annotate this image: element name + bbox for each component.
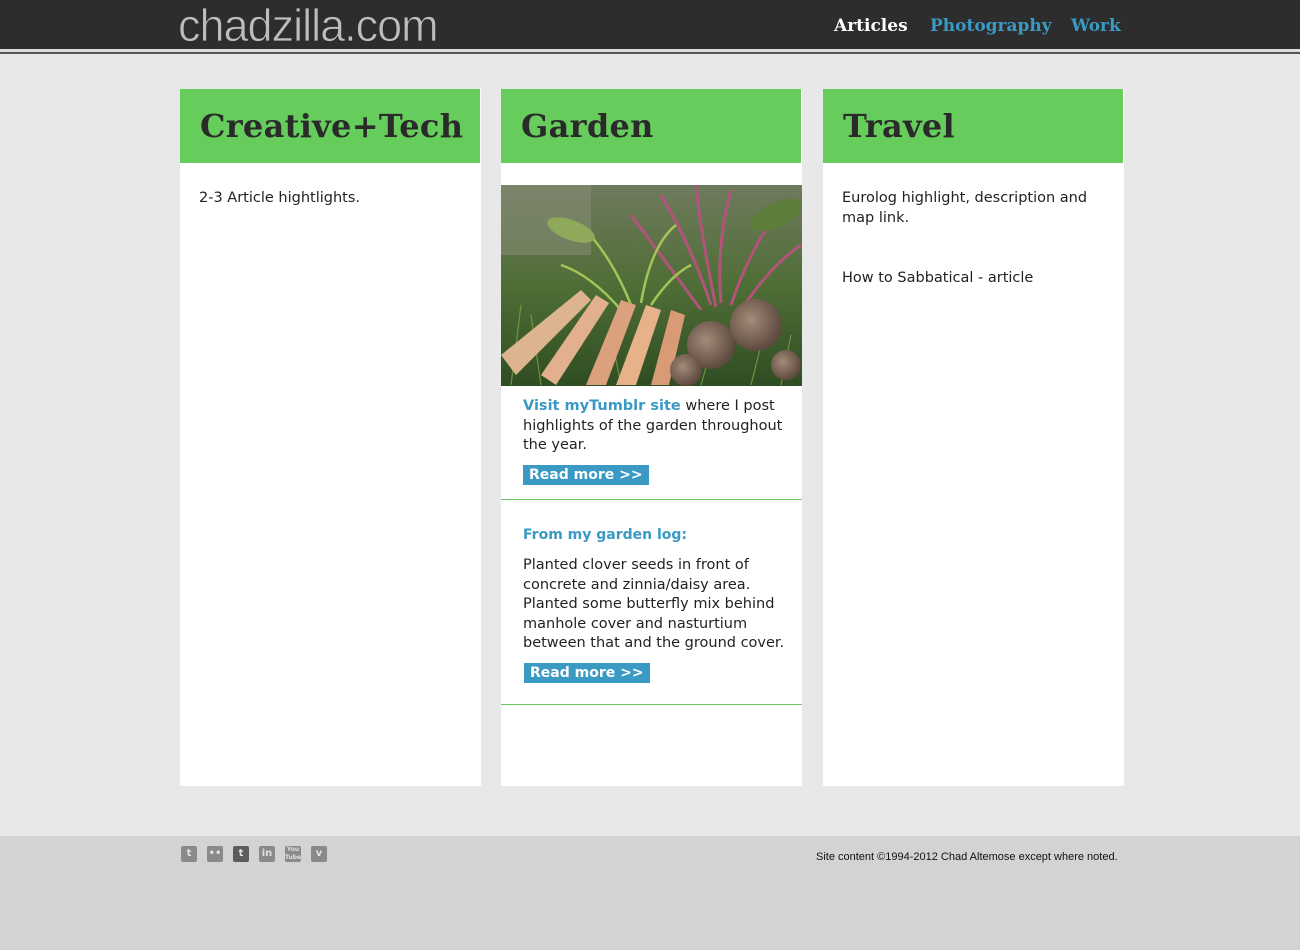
nav-work[interactable]: Work bbox=[1071, 14, 1121, 38]
column-header: Travel bbox=[823, 89, 1123, 163]
column-header: Creative+Tech bbox=[180, 89, 480, 163]
tumblr-description: Visit myTumblr site where I post highlig… bbox=[523, 397, 785, 456]
nav-articles[interactable]: Articles bbox=[834, 14, 908, 38]
column-header: Garden bbox=[501, 89, 801, 163]
vimeo-icon[interactable]: v bbox=[311, 846, 327, 862]
site-header: chadzilla.com Articles Photography Work bbox=[0, 0, 1300, 51]
column-title: Travel bbox=[843, 107, 955, 145]
section-divider bbox=[501, 704, 802, 705]
garden-vegetables-photo[interactable] bbox=[501, 185, 802, 386]
nav-photography[interactable]: Photography bbox=[930, 14, 1052, 38]
youtube-icon[interactable]: You Tube bbox=[285, 846, 301, 862]
garden-column: Garden Visit myTumblr site where I post … bbox=[501, 89, 802, 786]
column-title: Creative+Tech bbox=[200, 107, 464, 145]
section-divider bbox=[501, 499, 802, 500]
travel-column: Travel Eurolog highlight, description an… bbox=[823, 89, 1124, 786]
tumblr-link[interactable]: Visit myTumblr site bbox=[523, 398, 681, 414]
read-more-button[interactable]: Read more >> bbox=[523, 465, 649, 485]
header-divider-shadow bbox=[0, 52, 1300, 54]
linkedin-icon[interactable]: in bbox=[259, 846, 275, 862]
read-more-button[interactable]: Read more >> bbox=[524, 663, 650, 683]
sabbatical-text: How to Sabbatical - article bbox=[842, 270, 1034, 286]
garden-log-heading: From my garden log: bbox=[523, 527, 688, 543]
copyright-text: Site content ©1994-2012 Chad Altemose ex… bbox=[816, 851, 1118, 863]
vegetables-image bbox=[501, 185, 802, 386]
twitter-icon[interactable]: t bbox=[181, 846, 197, 862]
column-title: Garden bbox=[521, 107, 654, 145]
site-logo[interactable]: chadzilla.com bbox=[178, 0, 439, 51]
eurolog-text: Eurolog highlight, description and map l… bbox=[842, 190, 1088, 226]
article-highlights-text: 2-3 Article hightlights. bbox=[199, 190, 361, 206]
flickr-icon[interactable]: •• bbox=[207, 846, 223, 862]
tumblr-icon[interactable]: t bbox=[233, 846, 249, 862]
creative-tech-column: Creative+Tech 2-3 Article hightlights. bbox=[180, 89, 481, 786]
garden-log-text: Planted clover seeds in front of concret… bbox=[523, 557, 785, 651]
